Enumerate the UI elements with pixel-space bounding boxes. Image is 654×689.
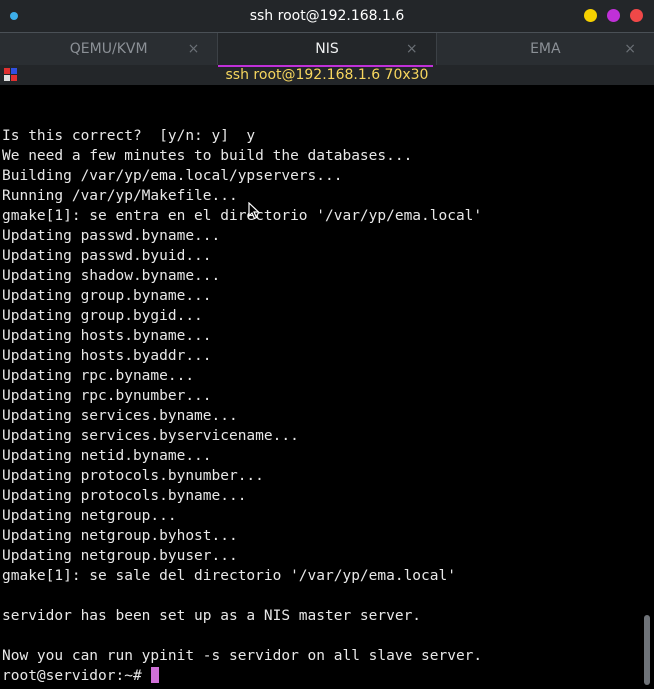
- terminal-line: Updating hosts.byname...: [2, 328, 212, 344]
- terminal-line: Updating netgroup.byuser...: [2, 548, 238, 564]
- terminal-line: Updating netid.byname...: [2, 448, 212, 464]
- terminal-output[interactable]: Is this correct? [y/n: y] y We need a few…: [0, 85, 640, 689]
- terminal-line: Updating services.byservicename...: [2, 428, 299, 444]
- window-controls: [584, 9, 643, 22]
- session-status-bar: ssh root@192.168.1.6 70x30: [0, 65, 654, 85]
- terminal-line: We need a few minutes to build the datab…: [2, 148, 413, 164]
- terminal-line: Updating group.bygid...: [2, 308, 203, 324]
- terminal-line: Updating netgroup.byhost...: [2, 528, 238, 544]
- terminal-line: Is this correct? [y/n: y] y: [2, 128, 256, 144]
- tab-label: NIS: [315, 41, 339, 57]
- window-title: ssh root@192.168.1.6: [249, 8, 405, 24]
- title-bar[interactable]: ssh root@192.168.1.6: [0, 0, 654, 32]
- terminal-line: gmake[1]: se entra en el directorio '/va…: [2, 208, 483, 224]
- tab-close-icon[interactable]: ×: [188, 41, 200, 57]
- terminal-scrollbar[interactable]: [640, 85, 654, 689]
- terminal-line: Updating hosts.byaddr...: [2, 348, 212, 364]
- terminal-line: servidor has been set up as a NIS master…: [2, 608, 422, 624]
- tab-label: EMA: [530, 41, 561, 57]
- terminal-icon[interactable]: [4, 68, 17, 81]
- terminal-line: Updating passwd.byuid...: [2, 248, 212, 264]
- terminal-line: Updating rpc.byname...: [2, 368, 195, 384]
- terminal-line: Updating protocols.byname...: [2, 488, 247, 504]
- terminal-line: Updating shadow.byname...: [2, 268, 221, 284]
- terminal-line: Updating passwd.byname...: [2, 228, 221, 244]
- text-cursor: [151, 667, 160, 683]
- maximize-button[interactable]: [607, 9, 620, 22]
- terminal-line: Now you can run ypinit -s servidor on al…: [2, 648, 483, 664]
- tab-nis[interactable]: NIS ×: [217, 33, 437, 65]
- app-icon: [10, 12, 18, 20]
- active-tab-indicator: [218, 65, 433, 67]
- terminal-line: Updating protocols.bynumber...: [2, 468, 264, 484]
- tab-qemu-kvm[interactable]: QEMU/KVM ×: [0, 33, 217, 65]
- terminal-line: Running /var/yp/Makefile...: [2, 188, 238, 204]
- shell-prompt: root@servidor:~#: [2, 668, 151, 684]
- tab-close-icon[interactable]: ×: [624, 41, 636, 57]
- session-status-text: ssh root@192.168.1.6 70x30: [225, 67, 429, 83]
- terminal-line: gmake[1]: se sale del directorio '/var/y…: [2, 568, 456, 584]
- terminal-line: Updating rpc.bynumber...: [2, 388, 212, 404]
- terminal-prompt-line: root@servidor:~#: [2, 666, 160, 686]
- tab-label: QEMU/KVM: [69, 41, 148, 57]
- close-button[interactable]: [630, 9, 643, 22]
- tab-ema[interactable]: EMA ×: [437, 33, 654, 65]
- scrollbar-thumb[interactable]: [644, 615, 650, 685]
- terminal-line: Building /var/yp/ema.local/ypservers...: [2, 168, 343, 184]
- terminal-line: Updating group.byname...: [2, 288, 212, 304]
- tab-close-icon[interactable]: ×: [406, 41, 418, 57]
- terminal-line: Updating services.byname...: [2, 408, 238, 424]
- tab-bar: QEMU/KVM × NIS × EMA ×: [0, 32, 654, 65]
- terminal-line: Updating netgroup...: [2, 508, 177, 524]
- minimize-button[interactable]: [584, 9, 597, 22]
- mouse-pointer-icon: [248, 202, 260, 220]
- terminal-window: ssh root@192.168.1.6 QEMU/KVM × NIS × EM…: [0, 0, 654, 689]
